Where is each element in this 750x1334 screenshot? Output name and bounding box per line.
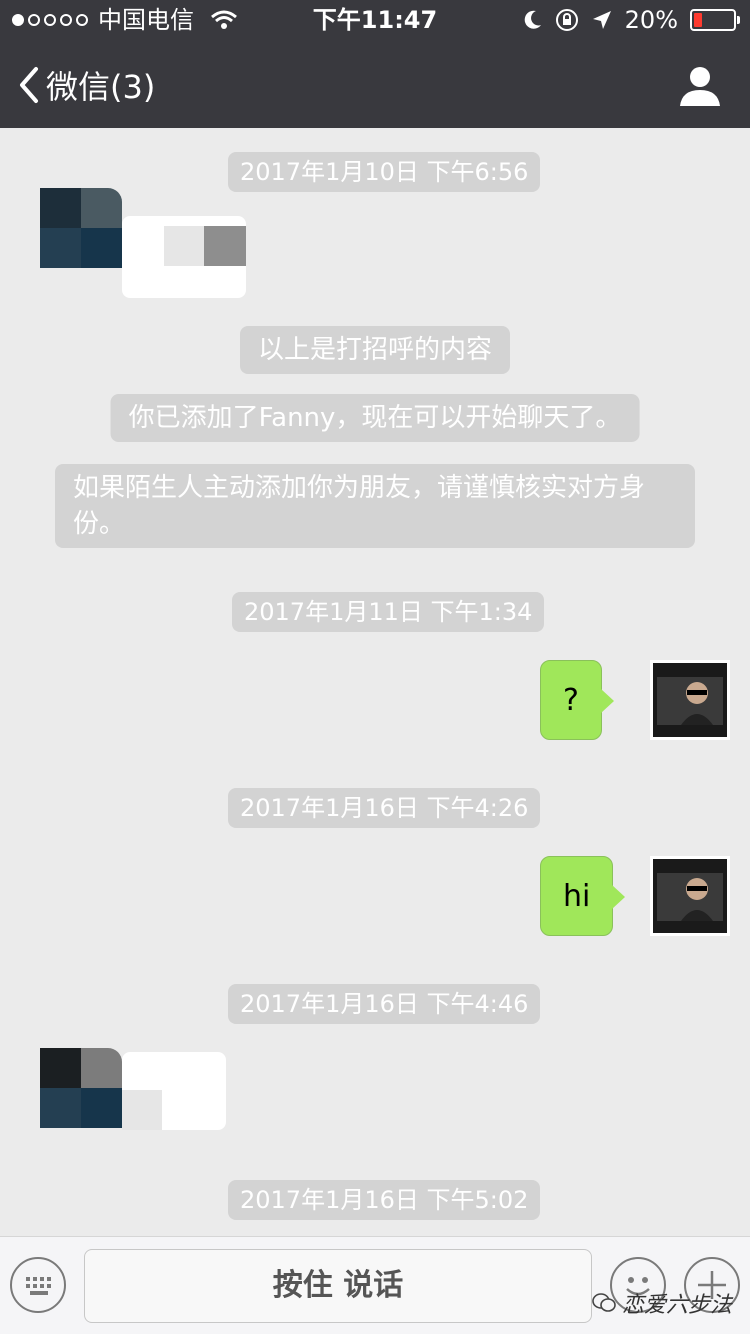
moon-icon [524,10,541,29]
timestamp: 2017年1月16日 下午5:02 [228,1180,541,1220]
keyboard-icon [26,1277,51,1295]
avatar-image [653,663,727,737]
contact-avatar[interactable] [40,1048,122,1128]
system-message: 你已添加了Fanny，现在可以开始聊天了。 [110,394,640,442]
back-button[interactable]: 微信(3) [16,62,155,108]
hold-to-talk-button[interactable]: 按住 说话 [84,1249,592,1323]
keyboard-toggle-button[interactable] [10,1257,66,1313]
timestamp: 2017年1月16日 下午4:46 [228,984,541,1024]
rotation-lock-icon [555,9,578,31]
timestamp: 2017年1月11日 下午1:34 [232,592,545,632]
contact-message-redacted[interactable] [122,216,246,298]
timestamp: 2017年1月16日 下午4:26 [228,788,541,828]
input-bar: 按住 说话 恋爱六步法 [0,1236,750,1334]
timestamp: 2017年1月10日 下午6:56 [228,152,541,192]
system-message: 以上是打招呼的内容 [239,326,511,374]
location-arrow-icon [592,11,611,29]
avatar-image [653,859,727,933]
contact-avatar[interactable] [40,188,122,268]
profile-icon[interactable] [678,64,722,108]
chevron-left-icon [20,67,38,103]
status-bar: 中国电信 下午11:47 20% [0,0,750,40]
back-label: 微信(3) [46,68,156,106]
wechat-logo-icon [592,1293,616,1312]
my-avatar[interactable] [650,660,730,740]
my-avatar[interactable] [650,856,730,936]
contact-message-redacted[interactable] [122,1052,226,1130]
my-message[interactable]: ? [540,660,614,740]
watermark: 恋爱六步法 [592,1287,732,1319]
system-message: 如果陌生人主动添加你为朋友，请谨慎核实对方身份。 [55,464,695,548]
nav-bar: 微信(3) [0,40,750,128]
top-bar: 中国电信 下午11:47 20% 微信(3) [0,0,750,128]
battery-icon [690,9,740,31]
battery-percent: 20% [624,6,678,34]
my-message[interactable]: hi [540,856,626,936]
watermark-text: 恋爱六步法 [621,1293,732,1318]
chat-area[interactable]: 2017年1月10日 下午6:56 以上是打招呼的内容 你已添加了Fanny，现… [0,128,750,1236]
